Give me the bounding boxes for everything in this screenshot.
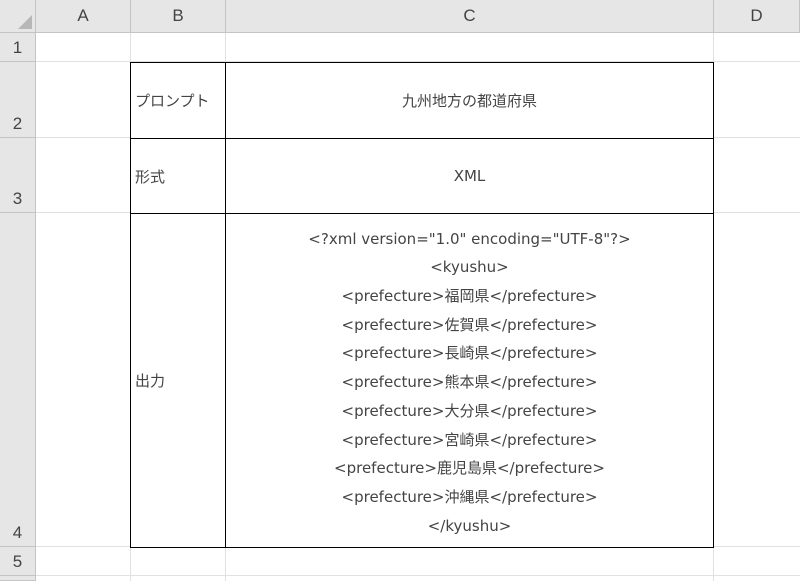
- column-header-label: A: [77, 6, 89, 25]
- output-line: <prefecture>鹿児島県</prefecture>: [334, 459, 605, 478]
- row-header-label: 1: [12, 38, 23, 57]
- row-header-label: 4: [12, 523, 23, 542]
- row-header-label: 2: [12, 114, 23, 133]
- row-header-4[interactable]: 4: [0, 213, 36, 547]
- row-header-2[interactable]: 2: [0, 62, 36, 138]
- column-header-c[interactable]: C: [226, 0, 714, 33]
- output-line: <prefecture>大分県</prefecture>: [341, 401, 598, 420]
- row-header-3[interactable]: 3: [0, 138, 36, 213]
- cell-c2[interactable]: 九州地方の都道府県: [225, 62, 714, 139]
- output-line: <prefecture>熊本県</prefecture>: [341, 373, 598, 392]
- output-line: <prefecture>佐賀県</prefecture>: [341, 315, 598, 334]
- column-header-a[interactable]: A: [36, 0, 131, 33]
- row-header-label: 5: [12, 552, 23, 571]
- output-line: <prefecture>長崎県</prefecture>: [341, 344, 598, 363]
- output-line: <?xml version="1.0" encoding="UTF-8"?>: [308, 229, 631, 248]
- output-line: <prefecture>宮崎県</prefecture>: [341, 430, 598, 449]
- format-label: 形式: [135, 167, 166, 186]
- cell-b3[interactable]: 形式: [130, 138, 226, 214]
- row-header-6[interactable]: [0, 576, 36, 581]
- row-header-1[interactable]: 1: [0, 33, 36, 62]
- select-all-triangle-icon: [18, 15, 32, 29]
- column-header-label: C: [463, 6, 476, 25]
- cell-b4[interactable]: 出力: [130, 213, 226, 548]
- output-label: 出力: [135, 372, 166, 390]
- prompt-label: プロンプト: [135, 92, 210, 110]
- output-line: <kyushu>: [430, 258, 509, 277]
- row-header-label: 3: [12, 189, 23, 208]
- cell-c4[interactable]: <?xml version="1.0" encoding="UTF-8"?> <…: [225, 213, 714, 548]
- cell-b2[interactable]: プロンプト: [130, 62, 226, 139]
- select-all-button[interactable]: [0, 0, 36, 33]
- column-header-d[interactable]: D: [714, 0, 800, 33]
- column-header-b[interactable]: B: [131, 0, 226, 33]
- row-header-5[interactable]: 5: [0, 547, 36, 576]
- prompt-value: 九州地方の都道府県: [401, 92, 537, 110]
- column-header-label: D: [750, 6, 763, 25]
- column-header-label: B: [172, 6, 184, 25]
- format-value: XML: [453, 167, 486, 185]
- gridline: [36, 575, 800, 576]
- output-line: </kyushu>: [427, 516, 512, 535]
- output-line: <prefecture>沖縄県</prefecture>: [341, 487, 598, 506]
- spreadsheet: A B C D 1 2 3 4 5 プロンプト 九州地方の都道府県 形式 XML…: [0, 0, 800, 581]
- output-line: <prefecture>福岡県</prefecture>: [341, 287, 598, 306]
- cell-c3[interactable]: XML: [225, 138, 714, 214]
